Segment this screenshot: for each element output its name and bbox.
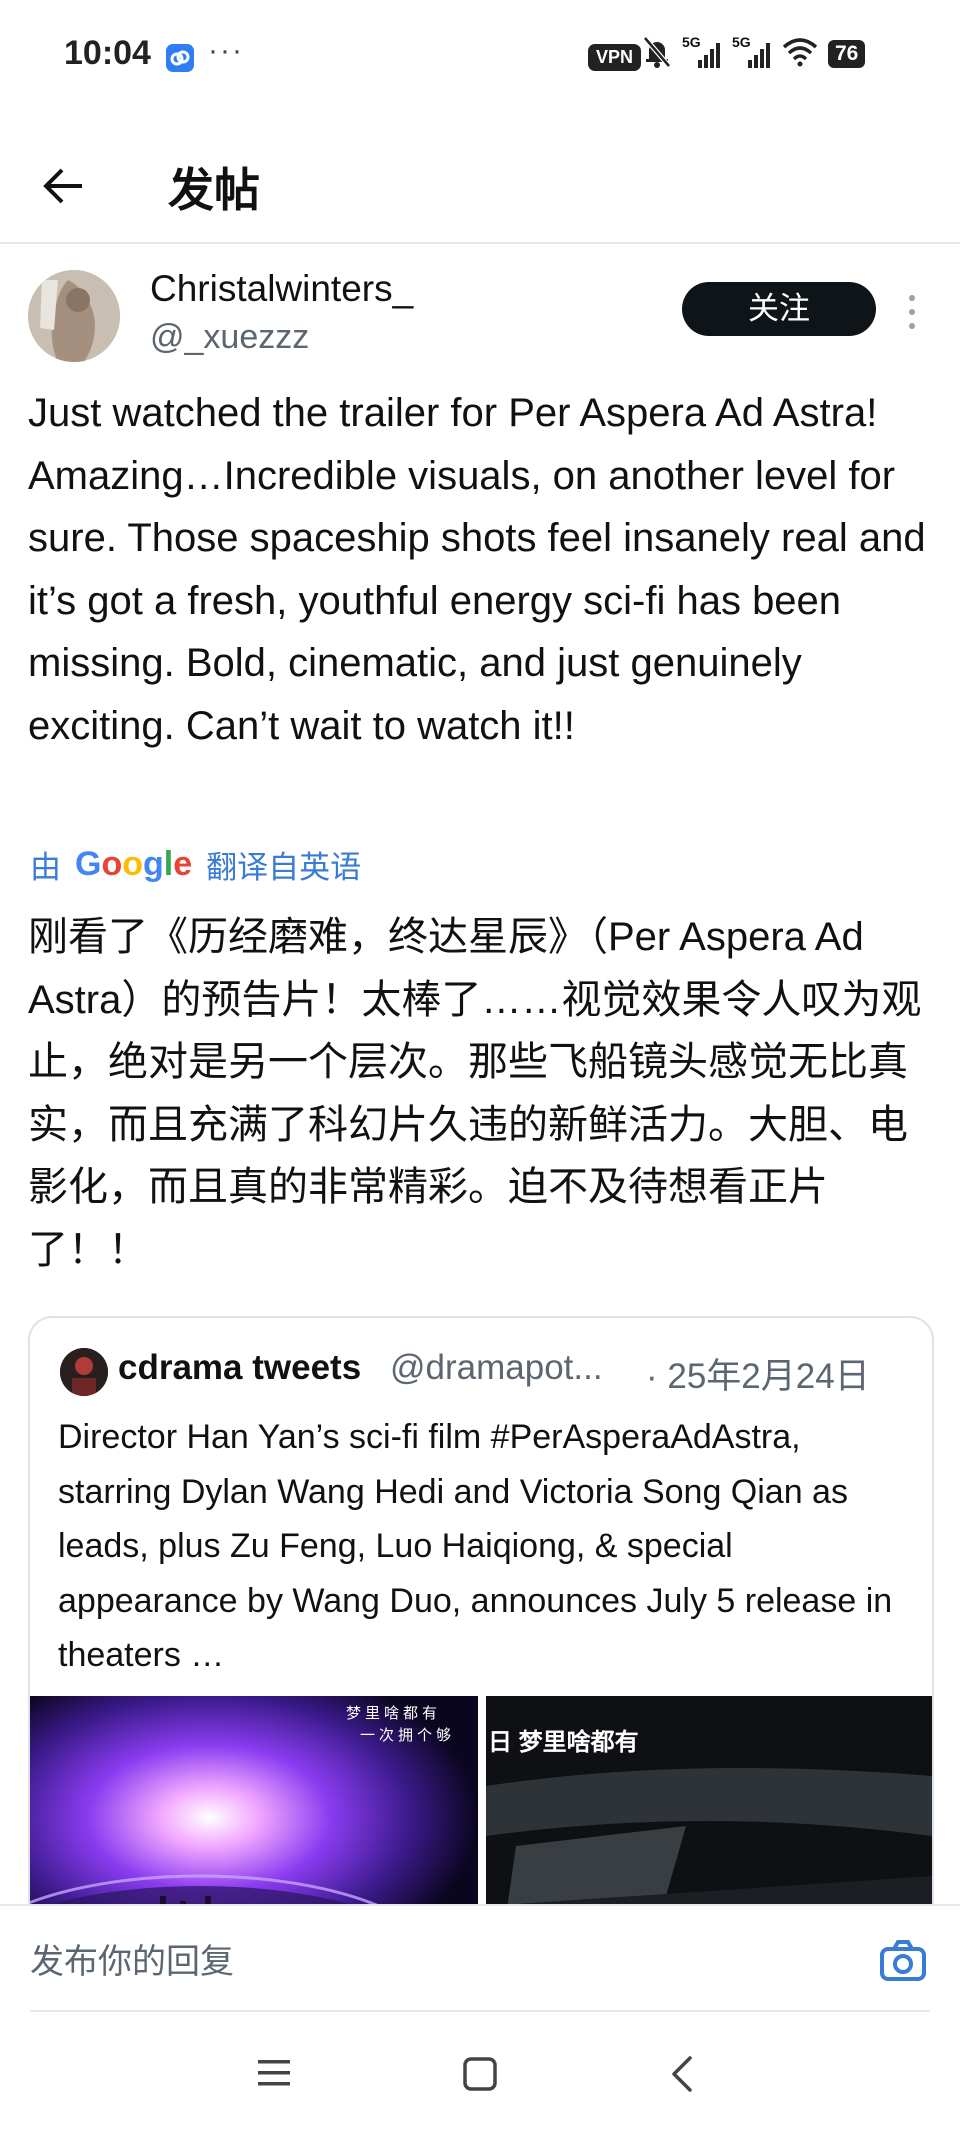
post-text: Just watched the trailer for Per Aspera … — [28, 391, 926, 748]
quoted-post-date: · 25年2月24日 — [646, 1357, 870, 1396]
wifi-icon — [782, 37, 818, 72]
quoted-post-text: Director Han Yan’s sci-fi film #PerAsper… — [58, 1418, 893, 1674]
image2-caption: 日 梦里啥都有 — [488, 1729, 639, 1756]
app-notification-icon — [166, 44, 194, 72]
vpn-badge: VPN — [588, 44, 642, 71]
back-icon[interactable] — [668, 2054, 696, 2099]
translation-attribution[interactable]: 由 Google 翻译自英语 — [30, 842, 361, 887]
translate-suffix: 翻译自英语 — [206, 850, 362, 885]
post-translated-text: 刚看了《历经磨难，终达星辰》（Per Aspera Ad Astra）的预告片！… — [28, 915, 922, 1272]
translate-prefix: 由 — [30, 850, 61, 885]
signal-icon-sim2: 5G — [732, 34, 772, 70]
camera-icon[interactable] — [878, 1936, 928, 1986]
image1-caption: 梦里啥都有 — [346, 1705, 442, 1722]
quoted-author-handle: @dramapot... — [390, 1348, 603, 1387]
mute-bell-icon — [642, 35, 672, 74]
avatar[interactable] — [28, 270, 120, 362]
back-arrow-icon[interactable] — [34, 156, 94, 216]
reply-divider — [30, 2010, 930, 2012]
more-options-icon[interactable] — [900, 292, 924, 332]
author-display-name[interactable]: Christalwinters_ — [150, 268, 413, 310]
top-app-bar: 发帖 — [0, 130, 960, 244]
signal-icon-sim1: 5G — [682, 34, 722, 70]
more-notifications-icon: ··· — [208, 34, 244, 67]
menu-icon[interactable] — [256, 2056, 292, 2095]
clock: 10:04 — [64, 34, 151, 72]
page-title: 发帖 — [168, 164, 260, 216]
status-bar: 10:04 ··· VPN 5G 5G 76 — [0, 0, 960, 118]
reply-bar: 发布你的回复 — [0, 1904, 960, 2016]
system-navigation-bar — [0, 2016, 960, 2134]
battery-indicator: 76 — [828, 40, 866, 68]
author-handle[interactable]: @_xuezzz — [150, 318, 309, 357]
system-icons: 5G 5G 76 — [642, 34, 866, 74]
google-logo-text: Google — [75, 845, 193, 883]
quoted-author-name: cdrama tweets — [118, 1348, 362, 1387]
follow-button[interactable]: 关注 — [682, 282, 876, 336]
quoted-post-card[interactable]: cdrama tweets @dramapot... · 25年2月24日 Di… — [28, 1316, 934, 1960]
home-icon[interactable] — [462, 2056, 498, 2097]
quoted-author-avatar — [60, 1348, 108, 1396]
reply-input[interactable]: 发布你的回复 — [30, 1934, 234, 1983]
image1-caption-secondary: 一次拥个够 — [360, 1727, 456, 1744]
